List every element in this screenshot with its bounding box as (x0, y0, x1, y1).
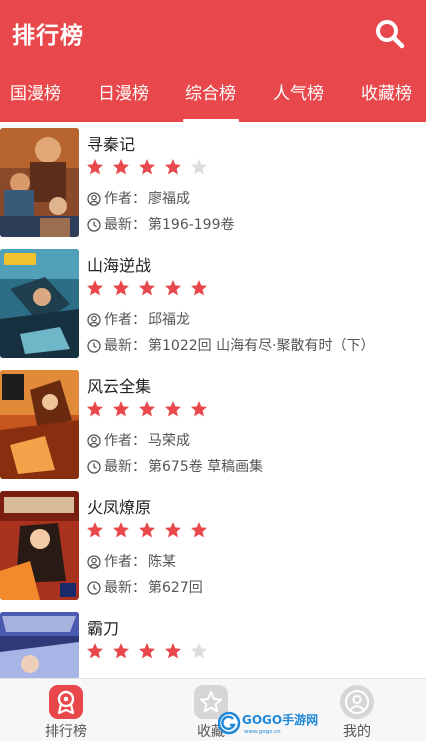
star-filled-icon (139, 522, 155, 538)
clock-icon (87, 339, 101, 353)
star-filled-icon (165, 159, 181, 175)
star-filled-icon (139, 643, 155, 659)
star-filled-icon (87, 401, 103, 417)
author-icon (87, 434, 101, 448)
tab-guoman[interactable]: 国漫榜 (10, 82, 61, 106)
tab-shoucang[interactable]: 收藏榜 (361, 82, 412, 106)
star-filled-icon (191, 522, 207, 538)
author-label: 作者： (104, 433, 146, 449)
clock-icon (87, 581, 101, 595)
latest-label: 最新： (104, 338, 146, 354)
star-filled-icon (87, 159, 103, 175)
list-item[interactable]: 寻秦记 作者： 廖福成 最新： 第196-199卷 (0, 122, 426, 243)
clock-icon (87, 460, 101, 474)
watermark-brand: GOGO手游网 (242, 712, 318, 727)
star-empty-icon (191, 159, 207, 175)
author-icon (87, 555, 101, 569)
comic-cover[interactable] (0, 128, 79, 237)
comic-title[interactable]: 山海逆战 (87, 252, 151, 276)
author-label: 作者： (104, 191, 146, 207)
comic-title[interactable]: 火凤燎原 (87, 494, 151, 518)
star-filled-icon (191, 280, 207, 296)
latest-chapter: 第1022回 山海有尽·聚散有时（下） (148, 338, 375, 354)
list-item[interactable]: 山海逆战 作者： 邱福龙 最新： 第1022回 山海有尽·聚散有时（下） (0, 243, 426, 364)
nav-ranking[interactable]: 排行榜 (21, 679, 111, 741)
comic-cover[interactable] (0, 249, 79, 358)
star-empty-icon (191, 643, 207, 659)
star-filled-icon (165, 643, 181, 659)
gogo-watermark: GOGO手游网 www.gogo.cn (218, 711, 318, 735)
clock-icon (87, 218, 101, 232)
star-filled-icon (113, 643, 129, 659)
star-filled-icon (165, 522, 181, 538)
star-filled-icon (139, 280, 155, 296)
star-filled-icon (165, 280, 181, 296)
page-title: 排行榜 (12, 23, 84, 49)
watermark-site: www.gogo.cn (244, 729, 281, 735)
author-name: 陈某 (148, 554, 176, 570)
author-icon (87, 313, 101, 327)
star-filled-icon (139, 401, 155, 417)
ranking-icon (49, 685, 83, 719)
star-filled-icon (191, 401, 207, 417)
author-icon (87, 192, 101, 206)
ranking-list[interactable]: 寻秦记 作者： 廖福成 最新： 第196-199卷 山海逆战 作者： 邱福龙 最… (0, 122, 426, 678)
author-name: 廖福成 (148, 191, 190, 207)
list-item[interactable]: 霸刀 (0, 606, 426, 678)
author-label: 作者： (104, 554, 146, 570)
star-filled-icon (113, 280, 129, 296)
latest-label: 最新： (104, 217, 146, 233)
tab-riman[interactable]: 日漫榜 (98, 82, 149, 106)
star-filled-icon (113, 522, 129, 538)
nav-ranking-label: 排行榜 (45, 724, 87, 740)
app-screen: 排行榜 国漫榜 日漫榜 综合榜 人气榜 收藏榜 寻秦记 作者： 廖福成 最新： … (0, 0, 426, 741)
list-item[interactable]: 火凤燎原 作者： 陈某 最新： 第627回 (0, 485, 426, 606)
author-label: 作者： (104, 312, 146, 328)
comic-title[interactable]: 风云全集 (87, 373, 151, 397)
star-filled-icon (113, 401, 129, 417)
latest-label: 最新： (104, 459, 146, 475)
comic-title[interactable]: 寻秦记 (87, 131, 135, 155)
star-filled-icon (113, 159, 129, 175)
search-button[interactable] (372, 16, 408, 50)
star-filled-icon (87, 522, 103, 538)
tab-zonghe[interactable]: 综合榜 (185, 82, 236, 106)
star-filled-icon (87, 643, 103, 659)
latest-chapter: 第675卷 草稿画集 (148, 459, 264, 475)
tab-renqi[interactable]: 人气榜 (273, 82, 324, 106)
comic-cover[interactable] (0, 491, 79, 600)
search-icon (376, 20, 405, 49)
star-filled-icon (165, 401, 181, 417)
list-item[interactable]: 风云全集 作者： 马荣成 最新： 第675卷 草稿画集 (0, 364, 426, 485)
latest-label: 最新： (104, 580, 146, 596)
ranking-tabs: 国漫榜 日漫榜 综合榜 人气榜 收藏榜 (0, 76, 426, 122)
comic-cover[interactable] (0, 612, 79, 678)
profile-icon (340, 685, 374, 719)
author-name: 邱福龙 (148, 312, 190, 328)
author-name: 马荣成 (148, 433, 190, 449)
comic-cover[interactable] (0, 370, 79, 479)
latest-chapter: 第196-199卷 (148, 217, 235, 233)
bottom-nav: 排行榜 收藏 我的 (0, 678, 426, 741)
star-filled-icon (87, 280, 103, 296)
latest-chapter: 第627回 (148, 580, 203, 596)
comic-title[interactable]: 霸刀 (87, 615, 119, 639)
app-header: 排行榜 国漫榜 日漫榜 综合榜 人气榜 收藏榜 (0, 0, 426, 122)
star-filled-icon (139, 159, 155, 175)
